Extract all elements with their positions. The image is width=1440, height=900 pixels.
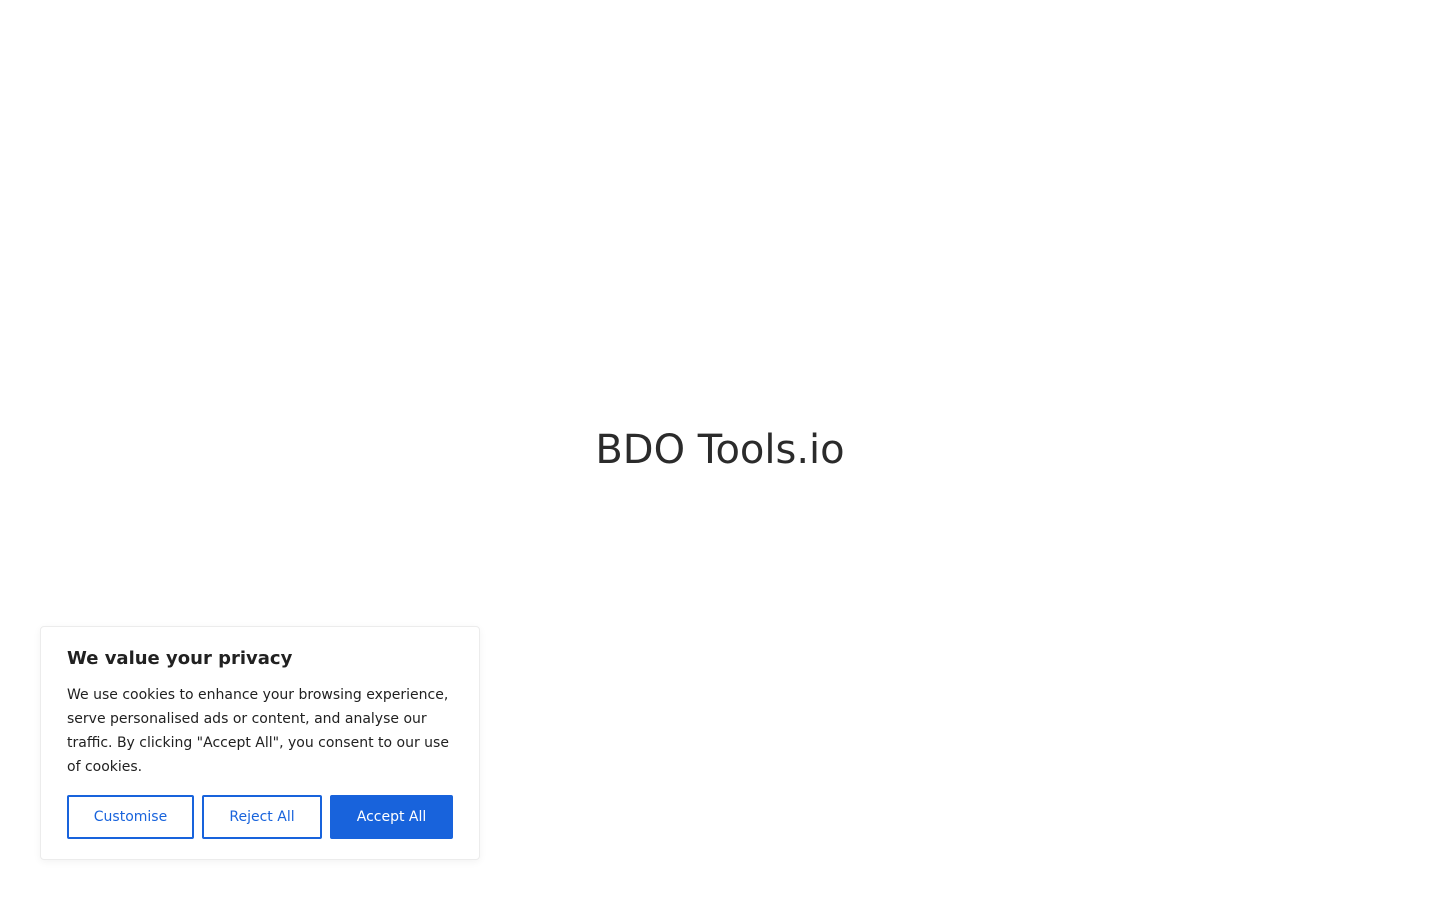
cookie-consent-banner: We value your privacy We use cookies to … bbox=[40, 626, 480, 860]
page: BDO Tools.io We value your privacy We us… bbox=[0, 0, 1440, 900]
site-title: BDO Tools.io bbox=[595, 427, 845, 473]
accept-all-button[interactable]: Accept All bbox=[330, 795, 453, 839]
customise-button[interactable]: Customise bbox=[67, 795, 194, 839]
cookie-banner-actions: Customise Reject All Accept All bbox=[67, 795, 453, 839]
cookie-banner-message: We use cookies to enhance your browsing … bbox=[67, 687, 449, 775]
cookie-banner-title: We value your privacy bbox=[67, 648, 293, 669]
reject-all-button[interactable]: Reject All bbox=[202, 795, 322, 839]
